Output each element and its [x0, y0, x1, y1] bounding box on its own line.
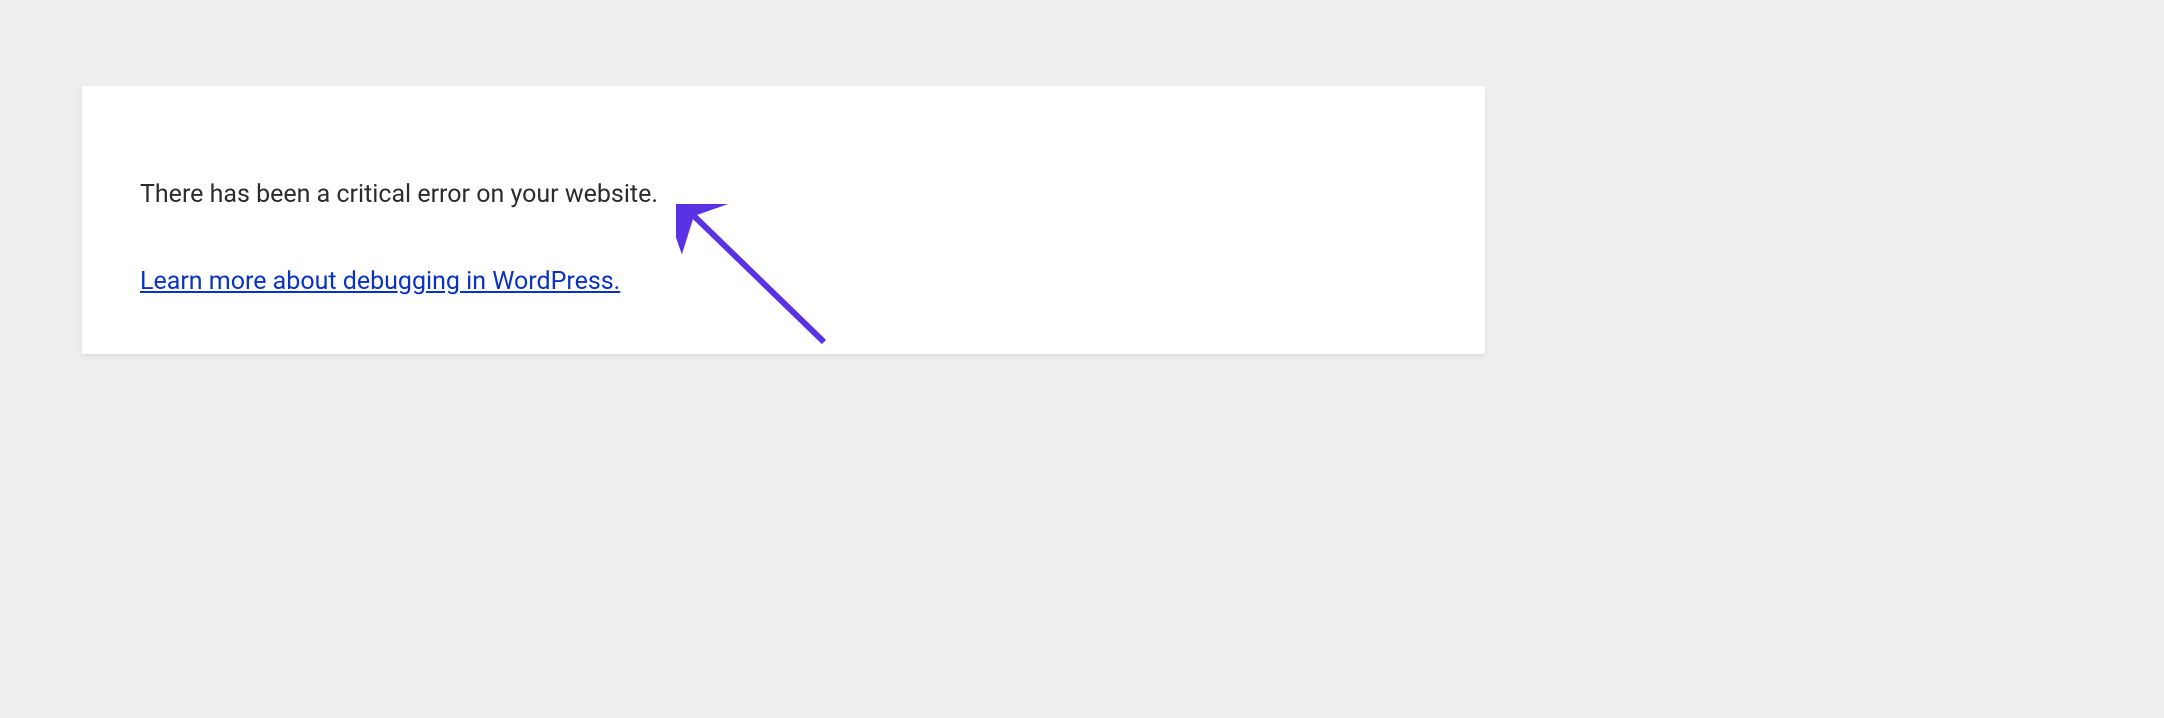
- error-message: There has been a critical error on your …: [140, 180, 1427, 209]
- debug-link[interactable]: Learn more about debugging in WordPress.: [140, 267, 620, 296]
- error-card: There has been a critical error on your …: [82, 86, 1485, 354]
